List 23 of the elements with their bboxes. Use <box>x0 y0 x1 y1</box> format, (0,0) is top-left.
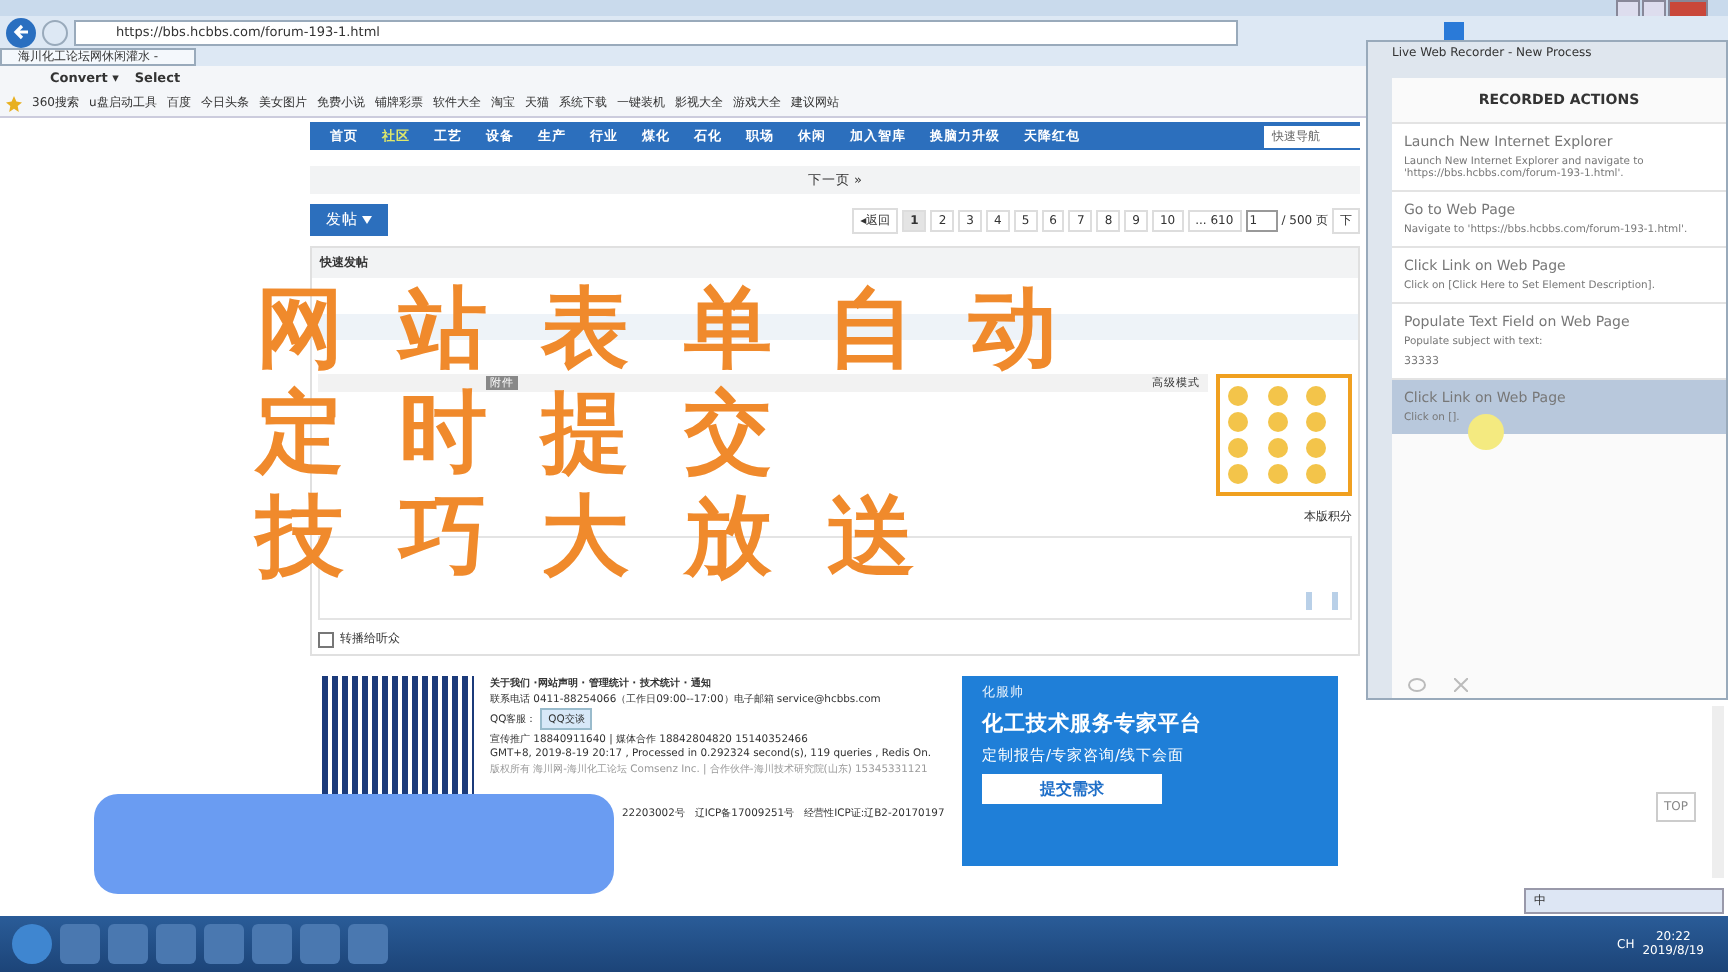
quote-icon <box>1306 592 1338 610</box>
taskbar-app-icon[interactable] <box>252 924 292 964</box>
taskbar-app-icon[interactable] <box>204 924 244 964</box>
taskbar-app-icon[interactable] <box>300 924 340 964</box>
overlay-caption: 网 站 表 单 自 动 <box>256 282 1070 378</box>
star-icon[interactable] <box>6 95 22 111</box>
back-button[interactable] <box>6 17 36 47</box>
taskbar-app-icon[interactable] <box>348 924 388 964</box>
taskbar-app-icon[interactable] <box>156 924 196 964</box>
overlay-caption: 技 巧 大 放 送 <box>256 490 927 586</box>
checkbox[interactable] <box>318 631 334 647</box>
taskbar-app-icon[interactable] <box>108 924 148 964</box>
forward-button[interactable] <box>42 19 68 45</box>
caret-icon <box>362 216 373 224</box>
back-arrow-icon <box>11 22 31 42</box>
cursor-highlight-icon <box>1468 414 1504 450</box>
overlay-caption: 定 时 提 交 <box>256 386 784 482</box>
taskbar-app-icon[interactable] <box>60 924 100 964</box>
submit-request-button[interactable]: 提交需求 <box>982 774 1162 804</box>
ad-title: 化工技术服务专家平台 <box>982 710 1204 738</box>
close-icon[interactable] <box>1454 677 1468 691</box>
comment-icon[interactable] <box>1408 677 1426 691</box>
start-button[interactable] <box>12 924 52 964</box>
